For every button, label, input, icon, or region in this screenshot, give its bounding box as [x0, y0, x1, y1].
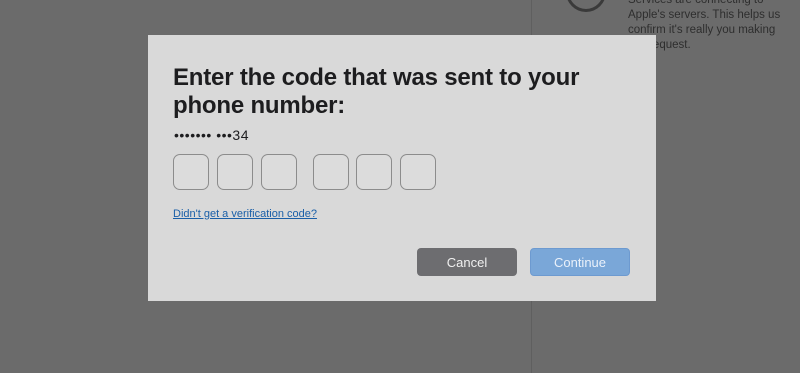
- page: Services are connecting to Apple's serve…: [0, 0, 800, 373]
- code-digit-6[interactable]: [400, 154, 436, 190]
- verification-code-dialog: Enter the code that was sent to your pho…: [148, 35, 656, 301]
- continue-button[interactable]: Continue: [530, 248, 630, 276]
- security-icon: [566, 0, 606, 12]
- code-digit-1[interactable]: [173, 154, 209, 190]
- masked-phone-number: ••••••• •••34: [174, 127, 249, 143]
- dialog-title: Enter the code that was sent to your pho…: [173, 64, 580, 119]
- code-digit-4[interactable]: [313, 154, 349, 190]
- cancel-button[interactable]: Cancel: [417, 248, 517, 276]
- code-digit-5[interactable]: [356, 154, 392, 190]
- code-digit-2[interactable]: [217, 154, 253, 190]
- code-digit-3[interactable]: [261, 154, 297, 190]
- no-verification-code-link[interactable]: Didn't get a verification code?: [173, 208, 317, 220]
